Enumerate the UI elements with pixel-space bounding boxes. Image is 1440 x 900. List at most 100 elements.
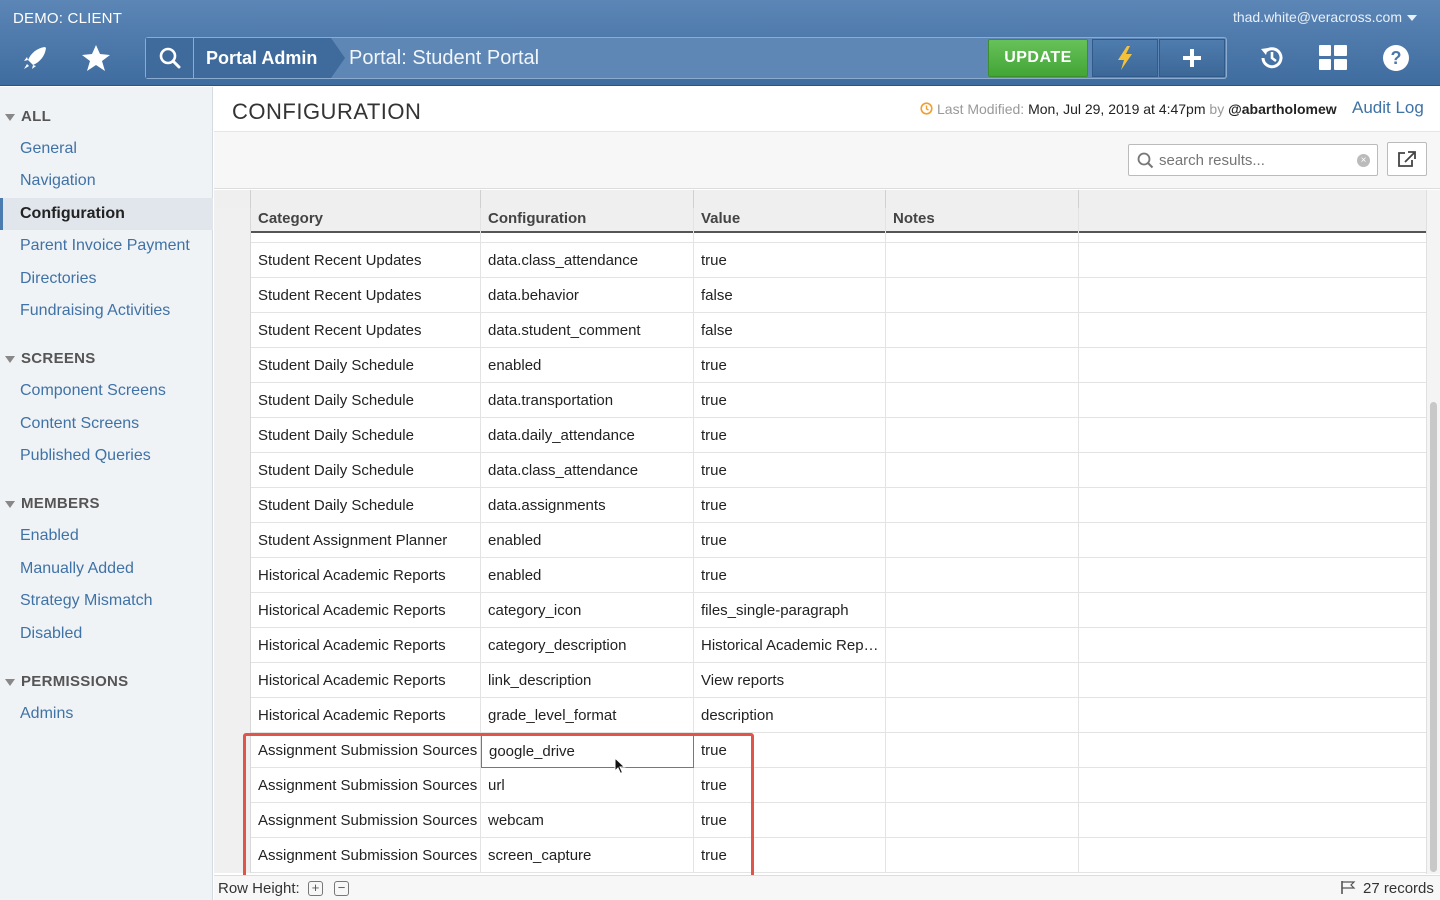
cell-notes[interactable] xyxy=(886,628,1079,663)
cell-value[interactable]: files_single-paragraph xyxy=(694,593,886,628)
export-button[interactable] xyxy=(1387,142,1427,176)
row-gutter[interactable] xyxy=(214,313,251,348)
cell-value[interactable]: true xyxy=(694,523,886,558)
cell-value[interactable]: description xyxy=(694,698,886,733)
increase-row-height-button[interactable]: + xyxy=(308,881,323,896)
sidebar-section-members[interactable]: MEMBERS xyxy=(0,493,213,517)
cell-configuration[interactable] xyxy=(481,208,694,243)
row-gutter[interactable] xyxy=(214,418,251,453)
add-button[interactable] xyxy=(1159,39,1225,77)
cell-notes[interactable] xyxy=(886,733,1079,768)
rocket-icon[interactable] xyxy=(15,39,55,77)
cell-category[interactable]: Assignment Submission Sources xyxy=(251,803,481,838)
row-gutter[interactable] xyxy=(214,453,251,488)
row-gutter[interactable] xyxy=(214,838,251,873)
sidebar-item-component-screens[interactable]: Component Screens xyxy=(0,375,213,407)
cell-notes[interactable] xyxy=(886,243,1079,278)
table-row[interactable]: Assignment Submission Sources webcam true xyxy=(214,803,1426,838)
star-icon[interactable] xyxy=(76,39,116,77)
cell-value[interactable]: false xyxy=(694,278,886,313)
cell-configuration[interactable]: enabled xyxy=(481,523,694,558)
cell-notes[interactable] xyxy=(886,558,1079,593)
sidebar-item-strategy-mismatch[interactable]: Strategy Mismatch xyxy=(0,585,213,617)
cell-value[interactable]: true xyxy=(694,558,886,593)
sidebar-item-navigation[interactable]: Navigation xyxy=(0,165,213,197)
sidebar-section-permissions[interactable]: PERMISSIONS xyxy=(0,671,213,695)
row-gutter[interactable] xyxy=(214,278,251,313)
cell-category[interactable]: Student Recent Updates xyxy=(251,243,481,278)
cell-notes[interactable] xyxy=(886,453,1079,488)
cell-category[interactable]: Student Daily Schedule xyxy=(251,348,481,383)
clear-search-icon[interactable]: × xyxy=(1357,154,1370,167)
table-row[interactable]: Student Assignment Planner enabled true xyxy=(214,523,1426,558)
cell-category[interactable]: Student Recent Updates xyxy=(251,313,481,348)
cell-notes[interactable] xyxy=(886,523,1079,558)
cell-configuration[interactable]: data.student_comment xyxy=(481,313,694,348)
cell-category[interactable] xyxy=(251,208,481,243)
cell-value[interactable]: true xyxy=(694,488,886,523)
row-gutter[interactable] xyxy=(214,558,251,593)
cell-notes[interactable] xyxy=(886,698,1079,733)
cell-notes[interactable] xyxy=(886,208,1079,243)
sidebar-item-content-screens[interactable]: Content Screens xyxy=(0,408,213,440)
cell-notes[interactable] xyxy=(886,313,1079,348)
cell-configuration[interactable]: enabled xyxy=(481,348,694,383)
table-row[interactable]: Student Recent Updates data.student_comme… xyxy=(214,313,1426,348)
cell-value[interactable]: Historical Academic Rep… xyxy=(694,628,886,663)
sidebar-item-manually-added[interactable]: Manually Added xyxy=(0,553,213,585)
sidebar-item-directories[interactable]: Directories xyxy=(0,263,213,295)
cell-configuration[interactable]: category_icon xyxy=(481,593,694,628)
update-button[interactable]: UPDATE xyxy=(988,39,1088,77)
row-gutter[interactable] xyxy=(214,698,251,733)
row-gutter[interactable] xyxy=(214,488,251,523)
sidebar-item-parent-invoice-payment[interactable]: Parent Invoice Payment xyxy=(0,230,213,262)
row-gutter[interactable] xyxy=(214,348,251,383)
table-row[interactable]: Assignment Submission Sources url true xyxy=(214,768,1426,803)
cell-notes[interactable] xyxy=(886,838,1079,873)
cell-configuration[interactable]: data.class_attendance xyxy=(481,243,694,278)
table-row[interactable]: Student Daily Schedule enabled true xyxy=(214,348,1426,383)
table-row[interactable]: Assignment Submission Sources screen_capt… xyxy=(214,838,1426,873)
cell-category[interactable]: Historical Academic Reports xyxy=(251,558,481,593)
cell-configuration[interactable]: data.daily_attendance xyxy=(481,418,694,453)
cell-configuration[interactable]: data.transportation xyxy=(481,383,694,418)
row-gutter[interactable] xyxy=(214,593,251,628)
cell-category[interactable]: Historical Academic Reports xyxy=(251,628,481,663)
cell-category[interactable]: Student Assignment Planner xyxy=(251,523,481,558)
cell-notes[interactable] xyxy=(886,803,1079,838)
cell-configuration[interactable]: data.assignments xyxy=(481,488,694,523)
sidebar-item-fundraising-activities[interactable]: Fundraising Activities xyxy=(0,295,213,327)
table-row[interactable]: Student Recent Updates data.behavior false xyxy=(214,278,1426,313)
table-row[interactable]: Historical Academic Reports category_icon… xyxy=(214,593,1426,628)
search-icon[interactable] xyxy=(146,38,194,78)
cell-notes[interactable] xyxy=(886,418,1079,453)
table-row[interactable]: Assignment Submission Sources google_driv… xyxy=(214,733,1426,768)
cell-configuration[interactable]: data.class_attendance xyxy=(481,453,694,488)
sidebar-item-published-queries[interactable]: Published Queries xyxy=(0,440,213,472)
cell-value[interactable]: true xyxy=(694,733,886,768)
table-row[interactable]: Historical Academic Reports link_descript… xyxy=(214,663,1426,698)
cell-category[interactable]: Assignment Submission Sources xyxy=(251,838,481,873)
table-row[interactable] xyxy=(214,208,1426,243)
sidebar-item-admins[interactable]: Admins xyxy=(0,698,213,730)
sidebar-section-screens[interactable]: SCREENS xyxy=(0,348,213,372)
cell-category[interactable]: Historical Academic Reports xyxy=(251,593,481,628)
cell-notes[interactable] xyxy=(886,278,1079,313)
table-row[interactable]: Student Daily Schedule data.transportatio… xyxy=(214,383,1426,418)
row-gutter[interactable] xyxy=(214,628,251,663)
cell-notes[interactable] xyxy=(886,383,1079,418)
cell-value[interactable]: true xyxy=(694,348,886,383)
cell-configuration[interactable]: enabled xyxy=(481,558,694,593)
sidebar-item-configuration[interactable]: Configuration xyxy=(0,198,213,230)
row-gutter[interactable] xyxy=(214,768,251,803)
cell-value[interactable]: true xyxy=(694,453,886,488)
cell-category[interactable]: Student Daily Schedule xyxy=(251,488,481,523)
cell-configuration[interactable]: screen_capture xyxy=(481,838,694,873)
cell-configuration[interactable]: webcam xyxy=(481,803,694,838)
cell-category[interactable]: Assignment Submission Sources xyxy=(251,733,481,768)
cell-category[interactable]: Historical Academic Reports xyxy=(251,663,481,698)
table-row[interactable]: Student Recent Updates data.class_attenda… xyxy=(214,243,1426,278)
decrease-row-height-button[interactable]: − xyxy=(334,881,349,896)
cell-value[interactable]: true xyxy=(694,418,886,453)
cell-value[interactable]: true xyxy=(694,803,886,838)
